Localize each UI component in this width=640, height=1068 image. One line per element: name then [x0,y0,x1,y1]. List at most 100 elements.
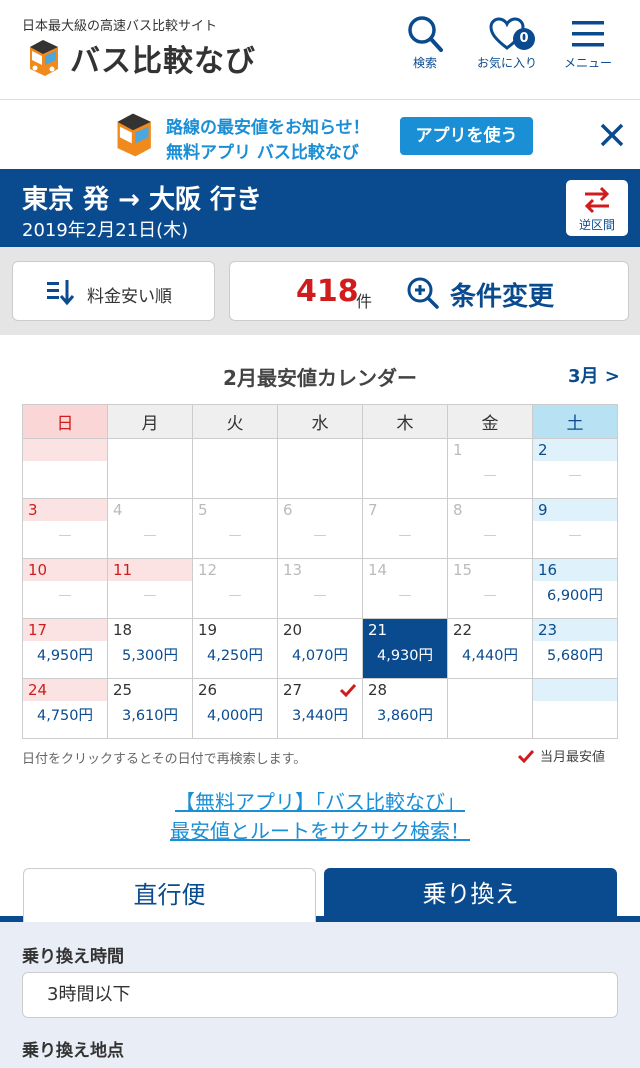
calendar-day-25[interactable]: 25 3,610円 [107,678,193,739]
hamburger-menu-icon [572,21,604,47]
calendar-cell-empty [22,438,108,499]
calendar-week: 17 4,950円 18 5,300円 19 4,250円 20 4,070円 21 4,… [22,618,618,679]
reverse-route-button[interactable]: 逆区間 [566,180,628,236]
next-month-link[interactable]: 3月 > [568,362,620,388]
calendar-day-17[interactable]: 17 4,950円 [22,618,108,679]
calendar-day-24[interactable]: 24 4,750円 [22,678,108,739]
use-app-button[interactable]: アプリを使う [400,117,533,155]
legend-label: 当月最安値 [540,750,606,765]
calendar-day-28[interactable]: 28 3,860円 [362,678,448,739]
calendar-day-7: 7— [362,498,448,559]
tab-direct[interactable]: 直行便 [23,868,316,922]
calendar-day-1: 1— [447,438,533,499]
calendar-day-13: 13— [277,558,363,619]
calendar-day-8: 8— [447,498,533,559]
calendar-week: 10— 11— 12— 13— 14— 15— 16 6,900円 [22,558,618,619]
tab-transfer[interactable]: 乗り換え [324,868,617,922]
zoom-in-icon [407,277,439,309]
calendar-cell-empty [192,438,278,499]
lowest-price-check-icon [340,683,356,697]
sort-button[interactable]: 料金安い順 [12,261,215,321]
app-promo-banner: 路線の最安値をお知らせ！ 無料アプリ バス比較なび アプリを使う [0,101,640,169]
calendar-day-26[interactable]: 26 4,000円 [192,678,278,739]
calendar-note: 日付をクリックするとその日付で再検索します。 [22,752,307,767]
calendar-cell-empty [362,438,448,499]
calendar-day-20[interactable]: 20 4,070円 [277,618,363,679]
calendar-day-16[interactable]: 16 6,900円 [532,558,618,619]
calendar-cell-empty [277,438,363,499]
calendar-day-12: 12— [192,558,278,619]
app-promo-link-line2[interactable]: 最安値とルートをサクサク検索！ [0,815,640,844]
calendar-week: 3— 4— 5— 6— 7— 8— 9— [22,498,618,559]
search-icon [408,16,443,52]
transfer-place-label: 乗り換え地点 [22,1041,124,1061]
calendar-day-11: 11— [107,558,193,619]
weekday-mon: 月 [107,404,193,439]
calendar-title: 2月最安値カレンダー [223,366,417,390]
calendar-day-22[interactable]: 22 4,440円 [447,618,533,679]
logo-text: バス比較なび [70,44,256,79]
search-label: 検索 [412,56,437,70]
calendar-day-19[interactable]: 19 4,250円 [192,618,278,679]
change-conditions-button[interactable]: 418 件 条件変更 [229,261,629,321]
weekday-header-row: 日 月 火 水 木 金 土 [22,404,618,439]
menu-button[interactable]: メニュー [548,14,628,74]
transfer-time-select[interactable]: 3時間以下 [22,972,618,1018]
favorites-button[interactable]: 0 お気に入り [467,14,547,74]
calendar-day-3: 3— [22,498,108,559]
calendar-cell-empty [107,438,193,499]
calendar-day-14: 14— [362,558,448,619]
search-button[interactable]: 検索 [385,14,465,74]
calendar-cell-empty [532,678,618,739]
route-date: 2019年2月21日(木) [22,220,189,241]
reverse-route-label: 逆区間 [578,218,615,232]
calendar-cell-empty [447,678,533,739]
weekday-fri: 金 [447,404,533,439]
weekday-sun: 日 [22,404,108,439]
calendar-day-4: 4— [107,498,193,559]
results-toolbar: 料金安い順 418 件 条件変更 [0,247,640,335]
weekday-sat: 土 [532,404,618,439]
route-type-tabs: 直行便 乗り換え [0,866,640,922]
swap-arrows-icon [584,186,610,214]
transfer-time-label: 乗り換え時間 [22,947,124,967]
site-header: 日本最大級の高速バス比較サイト バス比較なび 検索 0 お気に入り メニュー [0,0,640,100]
weekday-thu: 木 [362,404,448,439]
calendar-day-10: 10— [22,558,108,619]
calendar-day-2: 2— [532,438,618,499]
favorites-label: お気に入り [476,56,537,70]
calendar-day-18[interactable]: 18 5,300円 [107,618,193,679]
sort-label: 料金安い順 [87,287,172,307]
app-logo-icon [117,113,151,157]
weekday-tue: 火 [192,404,278,439]
weekday-wed: 水 [277,404,363,439]
route-title: 東京 発 → 大阪 行き [22,185,262,215]
bus-logo-icon [30,40,58,76]
close-icon[interactable] [596,119,628,151]
calendar-day-5: 5— [192,498,278,559]
menu-label: メニュー [563,56,612,70]
calendar-day-23[interactable]: 23 5,680円 [532,618,618,679]
check-icon [518,749,534,763]
banner-subline: 無料アプリ バス比較なび [166,143,359,163]
calendar-day-15: 15— [447,558,533,619]
site-tagline: 日本最大級の高速バス比較サイト [22,19,218,34]
site-logo[interactable]: バス比較なび [22,36,256,80]
favorites-count-badge: 0 [513,28,535,50]
transfer-options-panel: 乗り換え時間 3時間以下 乗り換え地点 [0,922,640,1068]
calendar-week: 24 4,750円 25 3,610円 26 4,000円 27 3,440円 28 3… [22,678,618,739]
calendar-legend: 当月最安値 [518,746,605,765]
result-count-unit: 件 [356,292,373,311]
route-bar: 東京 発 → 大阪 行き 2019年2月21日(木) 逆区間 [0,169,640,247]
calendar-day-21-selected[interactable]: 21 4,930円 [362,618,448,679]
sort-icon [47,280,75,306]
calendar-week: 1— 2— [22,438,618,499]
calendar-day-6: 6— [277,498,363,559]
change-conditions-label: 条件変更 [450,282,555,312]
price-calendar: 日 月 火 水 木 金 土 1— 2— 3— 4— 5— 6— 7— 8— 9—… [22,404,618,739]
calendar-day-9: 9— [532,498,618,559]
result-count: 418 [296,274,359,309]
banner-headline: 路線の最安値をお知らせ！ [166,118,370,138]
app-promo-link-line1[interactable]: 【無料アプリ】「バス比較なび」 [0,786,640,815]
calendar-day-27[interactable]: 27 3,440円 [277,678,363,739]
